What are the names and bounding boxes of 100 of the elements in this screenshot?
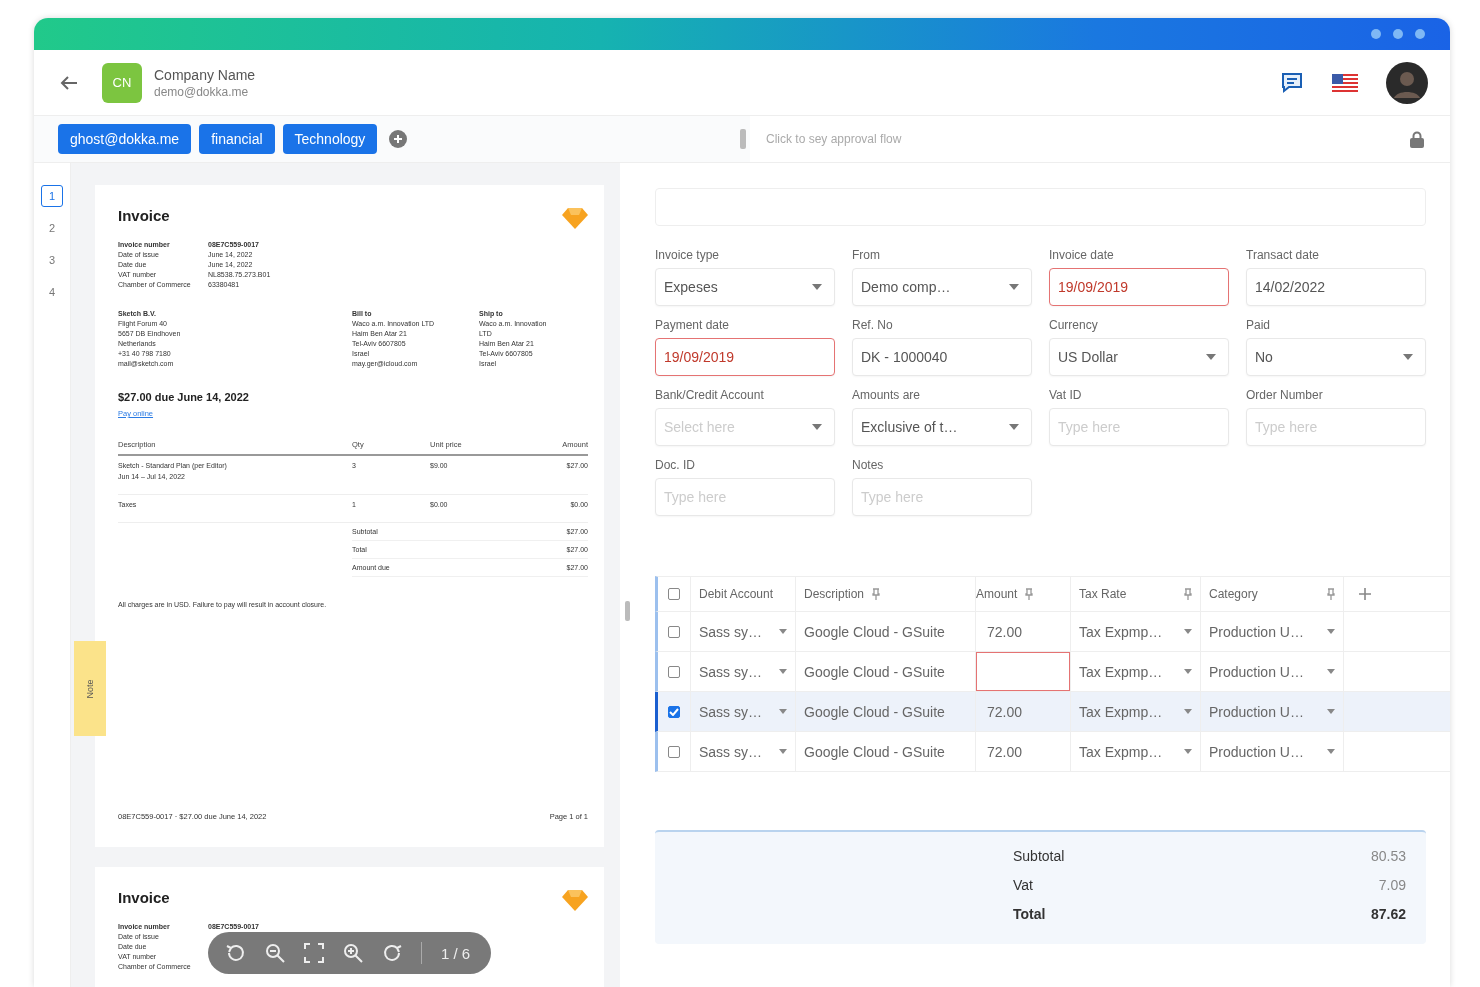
checkbox[interactable]: [668, 705, 680, 718]
column-header[interactable]: Amount: [976, 587, 1018, 601]
input-field[interactable]: 19/09/2019: [1049, 268, 1229, 306]
total-value: 87.62: [1370, 906, 1406, 922]
pin-icon[interactable]: [1327, 588, 1335, 600]
table-row[interactable]: Sass sy… Google Cloud - GSuite 72.00 Tax Expmp… Production U…: [655, 732, 1450, 772]
user-avatar[interactable]: [1386, 61, 1428, 104]
total-value: 7.09: [1378, 877, 1406, 893]
dropdown-input[interactable]: Expeses: [664, 279, 812, 295]
field-label: Vat ID: [1049, 388, 1083, 402]
table-cell: Production U…: [1209, 703, 1304, 720]
invoice-title: Invoice: [118, 207, 170, 224]
amount-field[interactable]: 72.00: [976, 692, 1070, 731]
caret-icon: [1009, 284, 1019, 290]
approval-flow-field[interactable]: Click to sey approval flow: [750, 116, 1450, 162]
dropdown-input[interactable]: No: [1255, 349, 1403, 365]
dropdown-field[interactable]: No: [1246, 338, 1426, 376]
text-input[interactable]: 19/09/2019: [1058, 279, 1216, 295]
text-input[interactable]: DK - 1000040: [861, 349, 1019, 365]
rotate-right-icon[interactable]: [382, 943, 402, 963]
input-field[interactable]: 14/02/2022: [1246, 268, 1426, 306]
zoom-out-icon[interactable]: [265, 943, 285, 963]
table-cell: Tax Expmp…: [1079, 703, 1163, 720]
add-icon[interactable]: [389, 130, 408, 148]
checkbox[interactable]: [668, 665, 680, 678]
dropdown-input[interactable]: Demo comp…: [861, 279, 1009, 295]
dropdown-input[interactable]: US Dollar: [1058, 349, 1206, 365]
column-header[interactable]: Category: [1209, 587, 1258, 601]
splitter-handle[interactable]: [625, 601, 630, 621]
checkbox[interactable]: [668, 588, 680, 600]
page-tab[interactable]: 4: [41, 281, 63, 303]
field-label: Amounts are: [852, 388, 922, 402]
table-cell: Google Cloud - GSuite: [804, 623, 945, 640]
table-cell: Google Cloud - GSuite: [804, 703, 945, 720]
amount-field[interactable]: [976, 652, 1070, 691]
caret-icon: [1206, 354, 1216, 360]
caret-icon[interactable]: [1327, 669, 1335, 674]
column-header[interactable]: Debit Account: [699, 587, 774, 601]
table-cell: Production U…: [1209, 663, 1304, 680]
caret-icon: [812, 284, 822, 290]
approval-flow-input[interactable]: Click to sey approval flow: [764, 131, 1410, 147]
zoom-in-icon[interactable]: [343, 943, 363, 963]
chat-icon[interactable]: [1280, 71, 1304, 94]
tag-button[interactable]: ghost@dokka.me: [58, 124, 192, 154]
caret-icon[interactable]: [1327, 709, 1335, 714]
amount-field[interactable]: 72.00: [976, 612, 1070, 651]
dropdown-field[interactable]: US Dollar: [1049, 338, 1229, 376]
field-label: Transact date: [1246, 248, 1320, 262]
caret-icon[interactable]: [1327, 749, 1335, 754]
note-tab[interactable]: Note: [74, 641, 106, 736]
total-label: Total: [1013, 906, 1046, 922]
field-label: From: [852, 248, 881, 262]
caret-icon: [812, 424, 822, 430]
add-column-icon[interactable]: [1359, 588, 1371, 600]
dropdown-input[interactable]: Exclusive of t…: [861, 419, 1009, 435]
field-label: Payment date: [655, 318, 731, 332]
checkbox[interactable]: [668, 745, 680, 758]
input-field[interactable]: DK - 1000040: [852, 338, 1032, 376]
caret-icon[interactable]: [779, 629, 787, 634]
caret-icon[interactable]: [1184, 629, 1192, 634]
caret-icon[interactable]: [1184, 749, 1192, 754]
page-tab[interactable]: 2: [41, 217, 63, 239]
checkbox[interactable]: [668, 625, 680, 638]
page-tab[interactable]: 3: [41, 249, 63, 271]
input-field[interactable]: 19/09/2019: [655, 338, 835, 376]
total-value: 80.53: [1370, 848, 1406, 864]
back-arrow-icon[interactable]: [60, 74, 78, 91]
page-tab[interactable]: 1: [41, 185, 63, 207]
field-label: Doc. ID: [655, 458, 696, 472]
dropdown-field[interactable]: Exclusive of t…: [852, 408, 1032, 446]
amount-field[interactable]: 72.00: [976, 732, 1070, 771]
caret-icon[interactable]: [1184, 669, 1192, 674]
column-header[interactable]: Description: [804, 587, 865, 601]
caret-icon[interactable]: [1184, 709, 1192, 714]
splitter-handle[interactable]: [740, 129, 746, 149]
dropdown-field[interactable]: Demo comp…: [852, 268, 1032, 306]
caret-icon[interactable]: [779, 709, 787, 714]
pin-icon[interactable]: [1025, 588, 1034, 600]
dropdown-field[interactable]: Expeses: [655, 268, 835, 306]
pin-icon[interactable]: [872, 588, 881, 600]
caret-icon[interactable]: [779, 669, 787, 674]
rotate-left-icon[interactable]: [226, 943, 246, 963]
text-input[interactable]: 14/02/2022: [1255, 279, 1413, 295]
caret-icon[interactable]: [779, 749, 787, 754]
tag-button[interactable]: Technology: [282, 124, 378, 154]
table-cell: Google Cloud - GSuite: [804, 743, 945, 760]
table-row[interactable]: Sass sy… Google Cloud - GSuite 72.00 Tax Expmp… Production U…: [655, 692, 1450, 732]
table-row[interactable]: Sass sy… Google Cloud - GSuite 72.00 Tax Expmp… Production U…: [655, 612, 1450, 652]
company-name: Company Name: [154, 66, 256, 83]
fullscreen-icon[interactable]: [304, 943, 324, 963]
flag-icon[interactable]: [1332, 73, 1358, 92]
table-cell: Tax Expmp…: [1079, 663, 1163, 680]
tag-button[interactable]: financial: [199, 124, 275, 154]
caret-icon[interactable]: [1327, 629, 1335, 634]
table-cell: Tax Expmp…: [1079, 743, 1163, 760]
column-header[interactable]: Tax Rate: [1079, 587, 1127, 601]
field-label: Paid: [1246, 318, 1272, 332]
pin-icon[interactable]: [1184, 588, 1192, 600]
text-input[interactable]: 19/09/2019: [664, 349, 822, 365]
table-cell: Production U…: [1209, 743, 1304, 760]
